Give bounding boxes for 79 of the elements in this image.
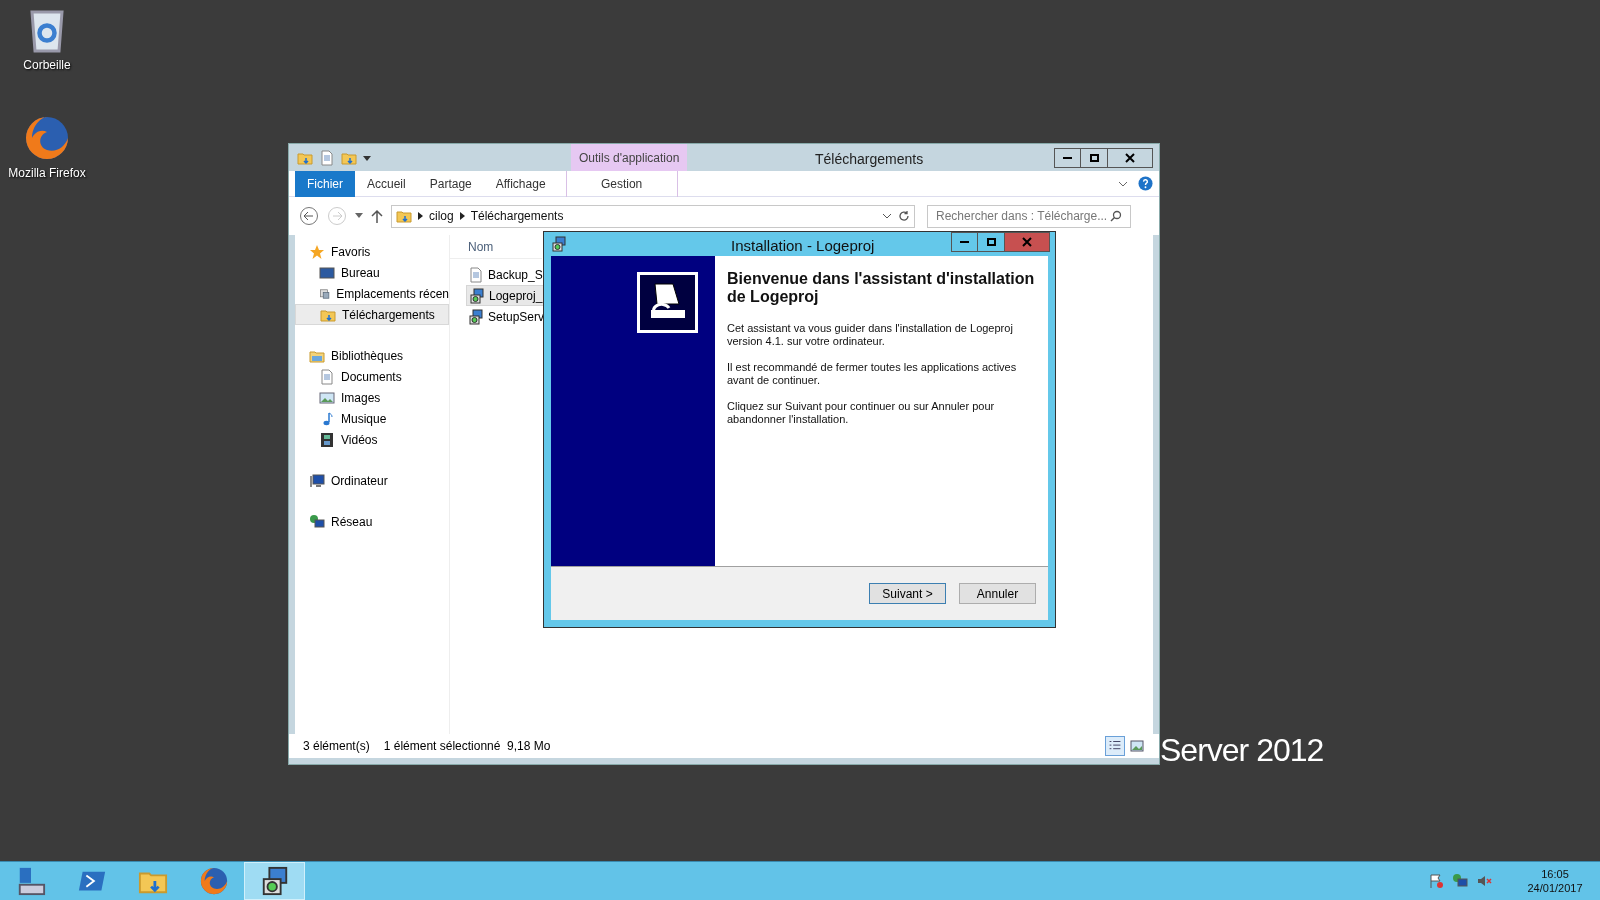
wizard-paragraph: Cet assistant va vous guider dans l'installation de Logeproj version 4.1. sur votre ordinateur.: [727, 322, 1014, 348]
file-item[interactable]: SetupServ: [466, 306, 546, 327]
ribbon-tab[interactable]: Gestion: [565, 170, 678, 197]
maximize-button[interactable]: [1081, 147, 1108, 168]
dropdown-caret-icon[interactable]: [355, 213, 363, 219]
details-view-icon[interactable]: [1105, 736, 1125, 756]
folder-icon: [396, 208, 412, 224]
document-icon: [319, 368, 335, 385]
firefox-icon: [198, 866, 229, 896]
clock-time[interactable]: 16:05: [1541, 867, 1569, 881]
ribbon-tab[interactable]: Accueil: [355, 170, 418, 197]
dropdown-caret-icon[interactable]: [363, 153, 371, 162]
film-icon: [319, 431, 335, 448]
nav-item[interactable]: Musique: [295, 408, 449, 429]
refresh-icon[interactable]: [898, 210, 910, 222]
nav-item[interactable]: Images: [295, 387, 449, 408]
contextual-tab-group: Outils d'application: [571, 144, 688, 171]
back-icon[interactable]: [299, 206, 319, 226]
document-icon: [468, 266, 484, 283]
wizard-button[interactable]: Annuler: [959, 583, 1036, 604]
nav-item[interactable]: Réseau: [295, 511, 449, 532]
ribbon-tab[interactable]: Fichier: [295, 170, 355, 197]
status-text: 1 élément sélectionné 9,18 Mo: [383, 738, 551, 755]
file-item[interactable]: Backup_S: [466, 264, 546, 285]
breadcrumb-arrow-icon[interactable]: [459, 212, 465, 220]
wizard-button[interactable]: Suivant >: [869, 583, 946, 604]
installer-logo-icon: [637, 272, 698, 333]
file-item[interactable]: Logeproj_: [466, 285, 546, 306]
firefox-icon: [23, 114, 71, 162]
flag-icon: [1428, 873, 1444, 889]
wizard-paragraph: Cliquez sur Suivant pour continuer ou sur Annuler pour abandonner l'installation.: [727, 400, 996, 426]
ribbon-tab[interactable]: Partage: [417, 170, 484, 197]
taskbar-button[interactable]: [244, 862, 305, 900]
minimize-button[interactable]: [1054, 147, 1081, 168]
network-icon: [309, 513, 325, 530]
status-text: 3 élément(s): [303, 738, 370, 755]
os-brand-text: Server 2012: [1160, 731, 1324, 770]
breadcrumb-item[interactable]: Téléchargements: [470, 207, 564, 225]
nav-item[interactable]: Bibliothèques: [295, 345, 449, 366]
installer-icon: [468, 308, 484, 325]
star-icon: [309, 243, 325, 260]
ribbon-tab[interactable]: Affichage: [483, 170, 558, 197]
desktop-icon-label[interactable]: Mozilla Firefox: [8, 164, 86, 182]
address-bar[interactable]: cilog Téléchargements: [391, 204, 915, 228]
desktop-icon-label[interactable]: Corbeille: [23, 56, 71, 74]
nav-item[interactable]: Emplacements récen: [295, 283, 449, 304]
installer-icon: [469, 287, 485, 304]
column-header[interactable]: Nom: [450, 235, 542, 259]
minimize-button[interactable]: [951, 232, 978, 252]
close-button[interactable]: [1108, 147, 1153, 168]
nav-item[interactable]: Bureau: [295, 262, 449, 283]
nav-item[interactable]: Documents: [295, 366, 449, 387]
speaker-muted-icon: [1476, 873, 1492, 889]
network-icon: [1452, 873, 1468, 889]
breadcrumb-item[interactable]: cilog: [429, 207, 454, 225]
wizard-paragraph: Il est recommandé de fermer toutes les applications actives avant de continuer.: [727, 361, 1018, 387]
nav-item[interactable]: Téléchargements: [295, 304, 449, 325]
chevron-down-icon[interactable]: [1118, 179, 1128, 188]
close-icon: [1022, 237, 1032, 247]
document-icon: [319, 149, 335, 166]
search-field[interactable]: Rechercher dans : Télécharge...: [927, 204, 1131, 228]
nav-item[interactable]: Vidéos: [295, 429, 449, 450]
picture-icon: [319, 389, 335, 406]
up-arrow-icon[interactable]: [371, 209, 383, 223]
nav-item[interactable]: Ordinateur: [295, 470, 449, 491]
nav-item[interactable]: Favoris: [295, 241, 449, 262]
search-icon[interactable]: [1110, 210, 1122, 222]
clock-date[interactable]: 24/01/2017: [1527, 881, 1583, 895]
wizard-heading: Bienvenue dans l'assistant d'installation de Logeproj: [727, 270, 1036, 306]
monitor-icon: [319, 264, 335, 281]
computer-icon: [309, 472, 325, 489]
chevron-down-icon[interactable]: [882, 212, 892, 220]
help-icon[interactable]: [1138, 176, 1153, 191]
large-icons-view-icon[interactable]: [1129, 738, 1145, 754]
close-icon: [1125, 152, 1135, 163]
installer-icon: [551, 236, 567, 252]
window-title: Téléchargements: [815, 150, 924, 169]
breadcrumb-arrow-icon[interactable]: [418, 212, 423, 220]
dialog-title: Installation - Logeproj: [731, 236, 875, 256]
